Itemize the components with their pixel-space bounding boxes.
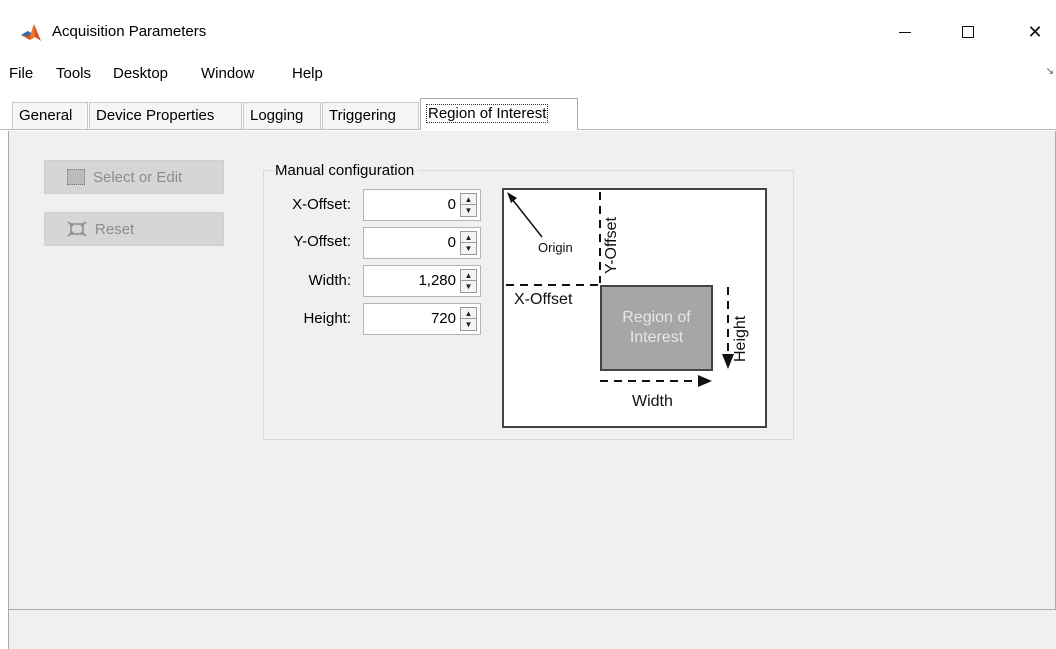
tab-label: General	[19, 107, 73, 124]
select-region-icon	[67, 169, 85, 185]
tab-device-properties[interactable]: Device Properties	[89, 102, 242, 129]
y-offset-value[interactable]: 0	[448, 234, 456, 251]
y-offset-diagram-label: Y-Offset	[603, 217, 620, 274]
tab-triggering[interactable]: Triggering	[322, 102, 419, 129]
increment-icon[interactable]: ▲	[461, 270, 476, 281]
menu-file[interactable]: File	[9, 65, 33, 82]
reset-label: Reset	[95, 220, 135, 238]
width-label: Width:	[308, 272, 351, 289]
menu-bar: File Tools Desktop Window Help ↘	[0, 60, 1056, 90]
decrement-icon[interactable]: ▼	[461, 243, 476, 254]
height-value[interactable]: 720	[431, 310, 456, 327]
maximize-icon	[962, 26, 974, 38]
menu-help[interactable]: Help	[292, 65, 323, 82]
tab-strip: General Device Properties Logging Trigge…	[0, 98, 1056, 130]
height-diagram-label: Height	[732, 315, 749, 362]
increment-icon[interactable]: ▲	[461, 194, 476, 205]
title-bar: Acquisition Parameters ✕	[0, 0, 1056, 58]
y-offset-stepper[interactable]: ▲ ▼	[460, 231, 477, 255]
decrement-icon[interactable]: ▼	[461, 319, 476, 330]
increment-icon[interactable]: ▲	[461, 308, 476, 319]
width-stepper[interactable]: ▲ ▼	[460, 269, 477, 293]
height-label: Height:	[303, 310, 351, 327]
height-spinner[interactable]: 720 ▲ ▼	[363, 303, 481, 335]
select-or-edit-button[interactable]: Select or Edit	[44, 160, 224, 194]
x-offset-spinner[interactable]: 0 ▲ ▼	[363, 189, 481, 221]
minimize-icon	[899, 31, 911, 33]
width-spinner[interactable]: 1,280 ▲ ▼	[363, 265, 481, 297]
x-offset-diagram-label: X-Offset	[514, 291, 573, 308]
roi-label-line1: Region of	[622, 309, 691, 326]
menu-tools[interactable]: Tools	[56, 65, 91, 82]
decrement-icon[interactable]: ▼	[461, 205, 476, 216]
status-bar	[8, 610, 1056, 649]
x-offset-value[interactable]: 0	[448, 196, 456, 213]
roi-label-line2: Interest	[629, 329, 684, 346]
select-or-edit-label: Select or Edit	[93, 168, 183, 186]
y-offset-spinner[interactable]: 0 ▲ ▼	[363, 227, 481, 259]
tab-logging[interactable]: Logging	[243, 102, 321, 129]
tab-label: Region of Interest	[425, 104, 549, 123]
tab-general[interactable]: General	[12, 102, 88, 129]
tab-label: Device Properties	[96, 107, 215, 124]
maximize-button[interactable]	[945, 14, 991, 50]
tab-region-of-interest[interactable]: Region of Interest	[420, 98, 578, 130]
matlab-logo-icon	[21, 24, 41, 41]
tab-label: Triggering	[329, 107, 396, 124]
close-icon: ✕	[1027, 21, 1043, 42]
y-offset-label: Y-Offset:	[293, 233, 351, 250]
width-value[interactable]: 1,280	[418, 272, 456, 289]
origin-label: Origin	[538, 240, 573, 255]
x-offset-label: X-Offset:	[292, 196, 351, 213]
menu-window[interactable]: Window	[201, 65, 254, 82]
region-of-interest-box: Region of Interest	[600, 285, 713, 371]
window-title: Acquisition Parameters	[52, 23, 207, 40]
menu-desktop[interactable]: Desktop	[113, 65, 168, 82]
increment-icon[interactable]: ▲	[461, 232, 476, 243]
manual-configuration-title: Manual configuration	[271, 162, 419, 179]
close-button[interactable]: ✕	[1012, 14, 1056, 50]
decrement-icon[interactable]: ▼	[461, 281, 476, 292]
reset-icon	[67, 221, 87, 237]
width-diagram-label: Width	[632, 393, 673, 410]
height-stepper[interactable]: ▲ ▼	[460, 307, 477, 331]
minimize-button[interactable]	[882, 14, 928, 50]
roi-panel: Select or Edit Reset Manual configuratio…	[8, 131, 1056, 610]
reset-button[interactable]: Reset	[44, 212, 224, 246]
x-offset-stepper[interactable]: ▲ ▼	[460, 193, 477, 217]
dock-arrow-icon[interactable]: ↘	[1046, 66, 1054, 77]
roi-diagram: Origin Y-Offset X-Offset Region of Inter…	[502, 188, 767, 428]
tab-label: Logging	[250, 107, 304, 124]
